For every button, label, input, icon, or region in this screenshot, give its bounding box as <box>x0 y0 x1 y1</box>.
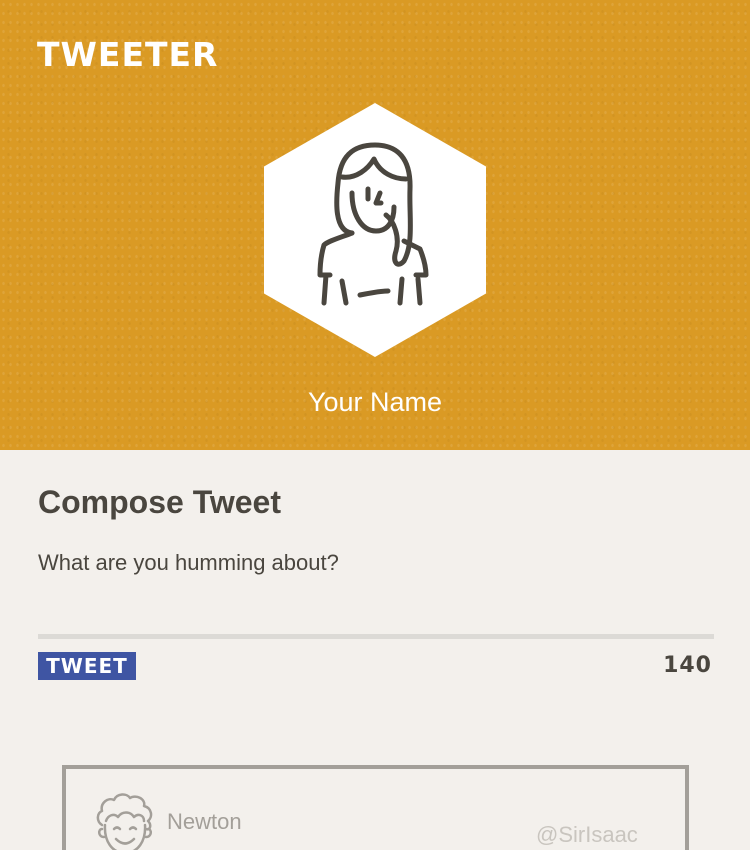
compose-title: Compose Tweet <box>38 484 281 520</box>
profile-name: Your Name <box>307 387 443 417</box>
tweet-author-handle[interactable]: @SirIsaac <box>536 822 638 848</box>
char-count: 140 <box>663 653 712 678</box>
tweet-author-name: Newton <box>167 809 242 834</box>
compose-divider <box>38 634 714 639</box>
curly-hair-man-avatar-icon <box>96 793 153 850</box>
profile-avatar <box>264 103 486 357</box>
profile-header: TWEETER Your Name <box>0 0 750 450</box>
compose-input[interactable] <box>38 550 714 632</box>
tweet-card: Newton @SirIsaac <box>62 765 689 850</box>
app-logo[interactable]: TWEETER <box>37 38 218 71</box>
tweet-button[interactable]: TWEET <box>38 652 136 680</box>
